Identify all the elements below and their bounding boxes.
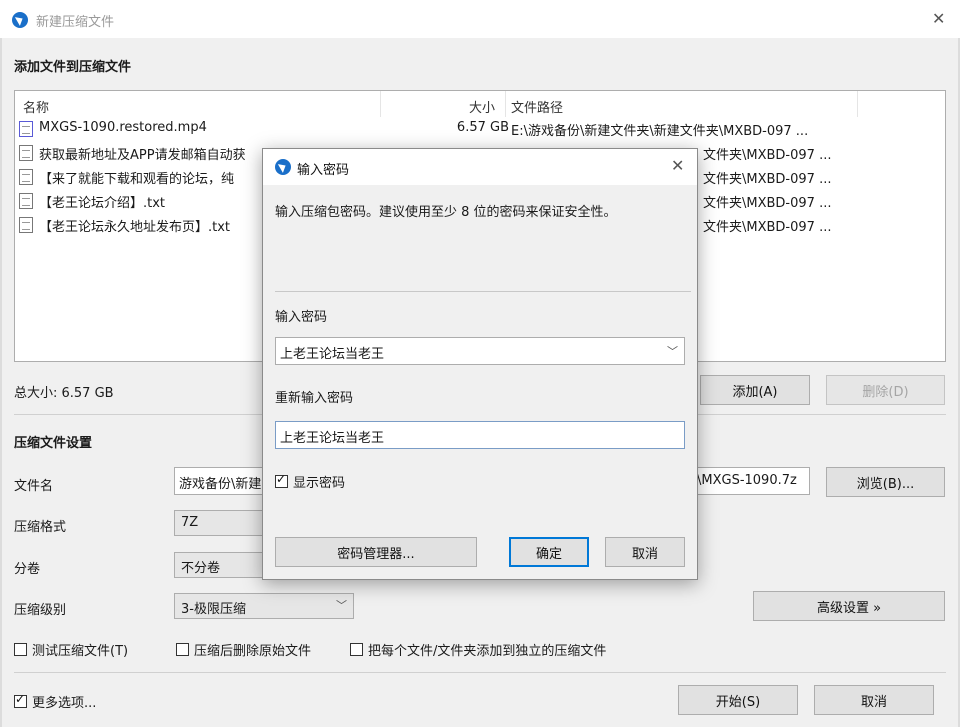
dialog-close-icon[interactable]: ✕	[671, 158, 684, 174]
show-password-checkbox[interactable]: 显示密码	[275, 472, 345, 491]
column-separator	[380, 91, 381, 117]
file-name: 【来了就能下载和观看的论坛，纯	[39, 172, 235, 187]
chevron-down-icon: ﹀	[336, 599, 347, 612]
checkbox-box[interactable]	[176, 643, 189, 656]
file-path: 文件夹\MXBD-097 ...	[703, 196, 832, 211]
test-archive-checkbox[interactable]: 测试压缩文件(T)	[14, 640, 128, 659]
checkbox-box-checked[interactable]	[14, 692, 27, 708]
column-separator	[857, 91, 858, 117]
filename-tail: \MXGS-1090.7z	[697, 473, 797, 488]
format-value: 7Z	[181, 515, 199, 530]
level-label: 压缩级别	[14, 603, 67, 618]
reenter-password-label: 重新输入密码	[275, 391, 354, 406]
file-name: MXGS-1090.restored.mp4	[39, 120, 207, 135]
delete-button[interactable]: 删除(D)	[826, 375, 945, 405]
column-header-size[interactable]: 大小	[469, 97, 495, 116]
start-button[interactable]: 开始(S)	[678, 685, 798, 715]
test-archive-label: 测试压缩文件(T)	[32, 644, 129, 659]
text-file-icon	[19, 169, 33, 185]
file-path: 文件夹\MXBD-097 ...	[703, 148, 832, 163]
filename-value: 游戏备份\新建	[179, 477, 262, 492]
text-file-icon	[19, 217, 33, 233]
file-path: 文件夹\MXBD-097 ...	[703, 220, 832, 235]
file-name: 获取最新地址及APP请发邮箱自动获	[39, 148, 246, 163]
text-file-icon	[19, 193, 33, 209]
split-label: 分卷	[14, 562, 41, 577]
column-header-path[interactable]: 文件路径	[511, 97, 563, 116]
more-options-label: 更多选项...	[32, 696, 97, 711]
file-path: E:\游戏备份\新建文件夹\新建文件夹\MXBD-097 ...	[511, 124, 809, 139]
format-label: 压缩格式	[14, 520, 67, 535]
file-name: 【老王论坛永久地址发布页】.txt	[39, 220, 231, 235]
column-separator	[505, 91, 506, 117]
password-input[interactable]: 上老王论坛当老王 ﹀	[275, 337, 685, 365]
app-logo-icon	[12, 12, 28, 28]
advanced-settings-button[interactable]: 高级设置 »	[753, 591, 945, 621]
text-file-icon	[19, 145, 33, 161]
file-name: 【老王论坛介绍】.txt	[39, 196, 166, 211]
show-password-label: 显示密码	[293, 476, 346, 491]
password-dialog-title: 输入密码	[297, 163, 350, 178]
video-file-icon	[19, 121, 33, 137]
password-manager-button[interactable]: 密码管理器...	[275, 537, 477, 567]
file-row[interactable]: MXGS-1090.restored.mp4 6.57 GB E:\游戏备份\新…	[19, 119, 939, 141]
app-logo-icon	[275, 159, 291, 175]
chevron-down-icon[interactable]: ﹀	[667, 343, 678, 359]
reenter-password-value: 上老王论坛当老王	[280, 431, 385, 446]
filename-label: 文件名	[14, 479, 54, 494]
settings-section-title: 压缩文件设置	[14, 436, 93, 451]
checkbox-box-checked[interactable]	[275, 472, 288, 488]
password-hint-text: 输入压缩包密码。建议使用至少 8 位的密码来保证安全性。	[275, 205, 617, 220]
file-path: 文件夹\MXBD-097 ...	[703, 172, 832, 187]
total-size-label: 总大小: 6.57 GB	[14, 386, 114, 401]
window-titlebar: 新建压缩文件 ✕	[0, 0, 960, 38]
separate-archives-label: 把每个文件/文件夹添加到独立的压缩文件	[368, 644, 607, 659]
window-title: 新建压缩文件	[36, 15, 115, 30]
cancel-button[interactable]: 取消	[814, 685, 934, 715]
password-dialog: 输入密码 ✕ 输入压缩包密码。建议使用至少 8 位的密码来保证安全性。 输入密码…	[262, 148, 698, 580]
password-label: 输入密码	[275, 310, 328, 325]
level-select[interactable]: 3-极限压缩 ﹀	[174, 593, 354, 619]
password-dialog-titlebar: 输入密码 ✕	[263, 149, 697, 185]
delete-original-label: 压缩后删除原始文件	[194, 644, 312, 659]
split-value: 不分卷	[181, 561, 221, 576]
add-files-section-title: 添加文件到压缩文件	[14, 60, 132, 75]
dialog-divider	[275, 291, 691, 292]
separate-archives-checkbox[interactable]: 把每个文件/文件夹添加到独立的压缩文件	[350, 640, 606, 659]
level-value: 3-极限压缩	[181, 602, 246, 617]
checkbox-box[interactable]	[350, 643, 363, 656]
browse-button[interactable]: 浏览(B)...	[826, 467, 945, 497]
delete-original-checkbox[interactable]: 压缩后删除原始文件	[176, 640, 311, 659]
dialog-cancel-button[interactable]: 取消	[605, 537, 685, 567]
reenter-password-input[interactable]: 上老王论坛当老王	[275, 421, 685, 449]
more-options-checkbox[interactable]: 更多选项...	[14, 692, 96, 711]
add-button[interactable]: 添加(A)	[700, 375, 810, 405]
ok-button[interactable]: 确定	[509, 537, 589, 567]
password-value: 上老王论坛当老王	[280, 347, 385, 362]
file-size: 6.57 GB	[456, 120, 509, 135]
footer-divider	[14, 672, 946, 673]
column-header-name[interactable]: 名称	[23, 97, 49, 116]
checkbox-box[interactable]	[14, 643, 27, 656]
window-close-icon[interactable]: ✕	[932, 11, 945, 27]
